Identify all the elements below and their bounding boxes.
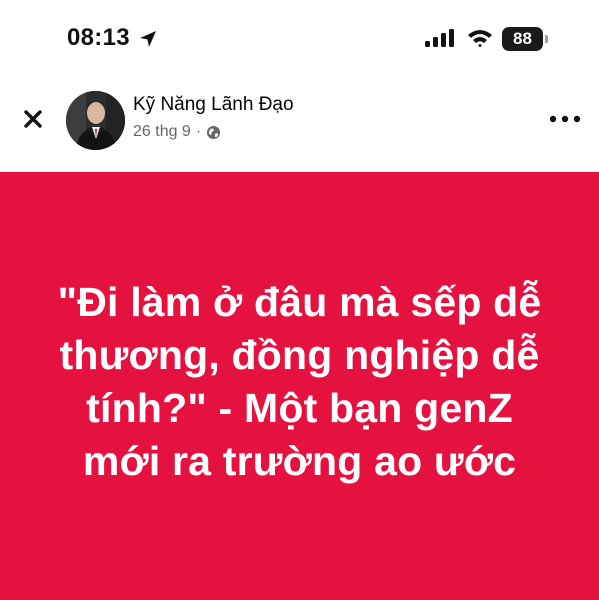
- battery-cap: [545, 35, 548, 43]
- avatar-image: [66, 91, 125, 150]
- battery-indicator: 88: [502, 27, 548, 51]
- post-text-line: tính?" - Một bạn genZ: [86, 385, 513, 431]
- author-name[interactable]: Kỹ Năng Lãnh Đạo: [133, 94, 294, 116]
- location-arrow-icon: [140, 31, 156, 47]
- post-header: Kỹ Năng Lãnh Đạo 26 thg 9 ·: [0, 80, 599, 172]
- globe-icon: [207, 125, 221, 139]
- status-bar: 08:13 88: [0, 0, 599, 80]
- avatar[interactable]: [66, 91, 125, 150]
- cellular-signal-icon: [425, 29, 454, 47]
- post-meta: 26 thg 9 ·: [133, 123, 221, 141]
- close-icon[interactable]: [18, 104, 48, 134]
- post-text-line: "Đi làm ở đâu mà sếp dễ: [57, 279, 542, 325]
- more-horizontal-icon[interactable]: [548, 112, 582, 126]
- battery-level: 88: [513, 29, 532, 48]
- post-text-line: mới ra trường ao ước: [82, 438, 517, 484]
- meta-separator: ·: [195, 123, 202, 140]
- post-text-line: thương, đồng nghiệp dễ: [59, 332, 540, 378]
- post-date[interactable]: 26 thg 9: [133, 123, 191, 141]
- wifi-icon: [468, 30, 492, 48]
- post-background: "Đi làm ở đâu mà sếp dễ thương, đồng ngh…: [0, 172, 599, 600]
- post-text: "Đi làm ở đâu mà sếp dễ thương, đồng ngh…: [20, 276, 579, 488]
- status-time: 08:13: [67, 24, 130, 51]
